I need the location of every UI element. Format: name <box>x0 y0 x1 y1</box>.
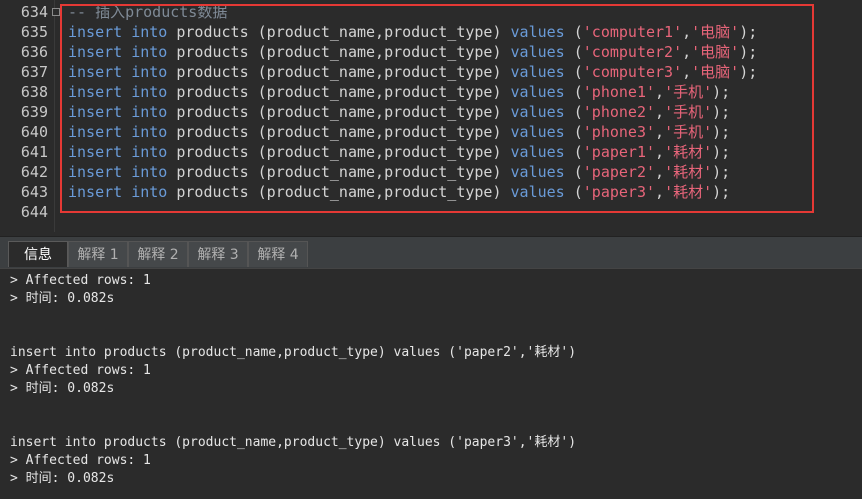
output-line: > Affected rows: 1 <box>10 363 151 378</box>
message-output-panel: > Affected rows: 1 > 时间: 0.082s insert int… <box>0 268 862 499</box>
output-line: insert into products (product_name,produ… <box>10 435 577 450</box>
line-number: 638 <box>20 83 48 101</box>
highlight-box <box>60 4 814 213</box>
line-number: 639 <box>20 103 48 121</box>
result-tab[interactable]: 解释 3 <box>188 241 248 267</box>
result-tab[interactable]: 解释 2 <box>128 241 188 267</box>
output-line: > Affected rows: 1 <box>10 273 151 288</box>
result-tab[interactable]: 解释 1 <box>68 241 128 267</box>
line-number: 634 <box>20 3 48 21</box>
output-line: > 时间: 0.082s <box>10 291 115 306</box>
sql-editor[interactable]: 634 -- 插入products数据 635 insert into product… <box>0 0 862 232</box>
output-line: insert into products (product_name,produ… <box>10 345 577 360</box>
line-number: 635 <box>20 23 48 41</box>
line-number: 640 <box>20 123 48 141</box>
output-line: > 时间: 0.082s <box>10 471 115 486</box>
line-number: 641 <box>20 143 48 161</box>
result-tab-bar: 信息 解释 1 解释 2 解释 3 解释 4 <box>0 236 862 269</box>
result-tab[interactable]: 解释 4 <box>248 241 308 267</box>
line-number: 642 <box>20 163 48 181</box>
line-number: 637 <box>20 63 48 81</box>
result-tab[interactable]: 信息 <box>8 241 68 267</box>
output-line: > Affected rows: 1 <box>10 453 151 468</box>
line-number: 636 <box>20 43 48 61</box>
fold-icon[interactable] <box>52 8 60 16</box>
line-number: 644 <box>20 203 48 221</box>
line-number: 643 <box>20 183 48 201</box>
output-line: > 时间: 0.082s <box>10 381 115 396</box>
